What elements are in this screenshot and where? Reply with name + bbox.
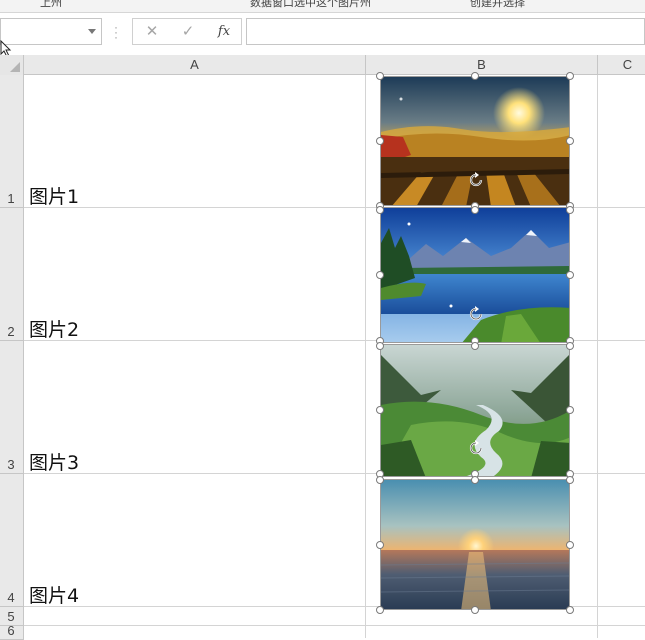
name-box[interactable]: [0, 18, 102, 45]
resize-handle[interactable]: [566, 606, 574, 614]
resize-handle[interactable]: [566, 271, 574, 279]
resize-handle[interactable]: [566, 476, 574, 484]
row-number: 4: [7, 590, 15, 605]
column-header-a[interactable]: A: [24, 55, 366, 75]
resize-handle[interactable]: [566, 72, 574, 80]
resize-handle[interactable]: [376, 342, 384, 350]
ribbon-strip: 上州 数据窗口选中这个图片州 创建并选择: [0, 0, 645, 13]
row-header-4[interactable]: 4: [0, 474, 24, 607]
insert-function-icon[interactable]: fx: [211, 22, 237, 42]
row-header-3[interactable]: 3: [0, 341, 24, 474]
resize-handle[interactable]: [471, 606, 479, 614]
formula-bar: · · · ✕ ✓ fx: [0, 13, 645, 53]
resize-handle[interactable]: [471, 72, 479, 80]
row-header-1[interactable]: 1: [0, 75, 24, 208]
row-number: 6: [7, 623, 15, 638]
resize-handle[interactable]: [471, 206, 479, 214]
resize-handle[interactable]: [376, 541, 384, 549]
resize-handle[interactable]: [471, 476, 479, 484]
ribbon-fragment[interactable]: 上州: [40, 0, 62, 10]
picture-river-valley[interactable]: [380, 344, 570, 477]
resize-handle[interactable]: [566, 206, 574, 214]
resize-handle[interactable]: [566, 137, 574, 145]
resize-handle[interactable]: [376, 206, 384, 214]
chevron-down-icon[interactable]: [88, 29, 96, 34]
resize-handle[interactable]: [471, 342, 479, 350]
cell-a2[interactable]: 图片2: [29, 315, 79, 342]
resize-handle[interactable]: [376, 137, 384, 145]
resize-handle[interactable]: [376, 271, 384, 279]
enter-icon[interactable]: ✓: [175, 22, 201, 42]
ribbon-fragment[interactable]: 数据窗口选中这个图片州: [250, 0, 371, 10]
rotate-handle-icon[interactable]: [467, 305, 485, 323]
ribbon-fragment[interactable]: 创建并选择: [470, 0, 525, 10]
cell-a3[interactable]: 图片3: [29, 448, 79, 475]
formula-input[interactable]: [246, 18, 645, 45]
resize-handle[interactable]: [376, 72, 384, 80]
resize-handle[interactable]: [566, 541, 574, 549]
rotate-handle-icon[interactable]: [467, 171, 485, 189]
row-number: 1: [7, 191, 15, 206]
column-header-b[interactable]: B: [366, 55, 598, 75]
row-number: 3: [7, 457, 15, 472]
resize-handle[interactable]: [566, 342, 574, 350]
more-options-icon[interactable]: · · ·: [114, 21, 118, 43]
cancel-icon[interactable]: ✕: [139, 22, 165, 42]
gridline: [597, 75, 598, 638]
cell-a4[interactable]: 图片4: [29, 581, 79, 608]
select-all-button[interactable]: [0, 55, 24, 75]
row-number: 2: [7, 324, 15, 339]
gridline: [365, 75, 366, 638]
rotate-handle-icon[interactable]: [467, 439, 485, 457]
gridline: [24, 625, 645, 626]
resize-handle[interactable]: [376, 476, 384, 484]
formula-buttons: ✕ ✓ fx: [132, 18, 242, 45]
resize-handle[interactable]: [376, 606, 384, 614]
picture-ocean-sunset[interactable]: [380, 479, 570, 610]
cell-a1[interactable]: 图片1: [29, 182, 79, 209]
row-header-2[interactable]: 2: [0, 208, 24, 341]
column-header-c[interactable]: C: [598, 55, 645, 75]
resize-handle[interactable]: [566, 406, 574, 414]
resize-handle[interactable]: [376, 406, 384, 414]
row-number: 5: [7, 609, 15, 624]
